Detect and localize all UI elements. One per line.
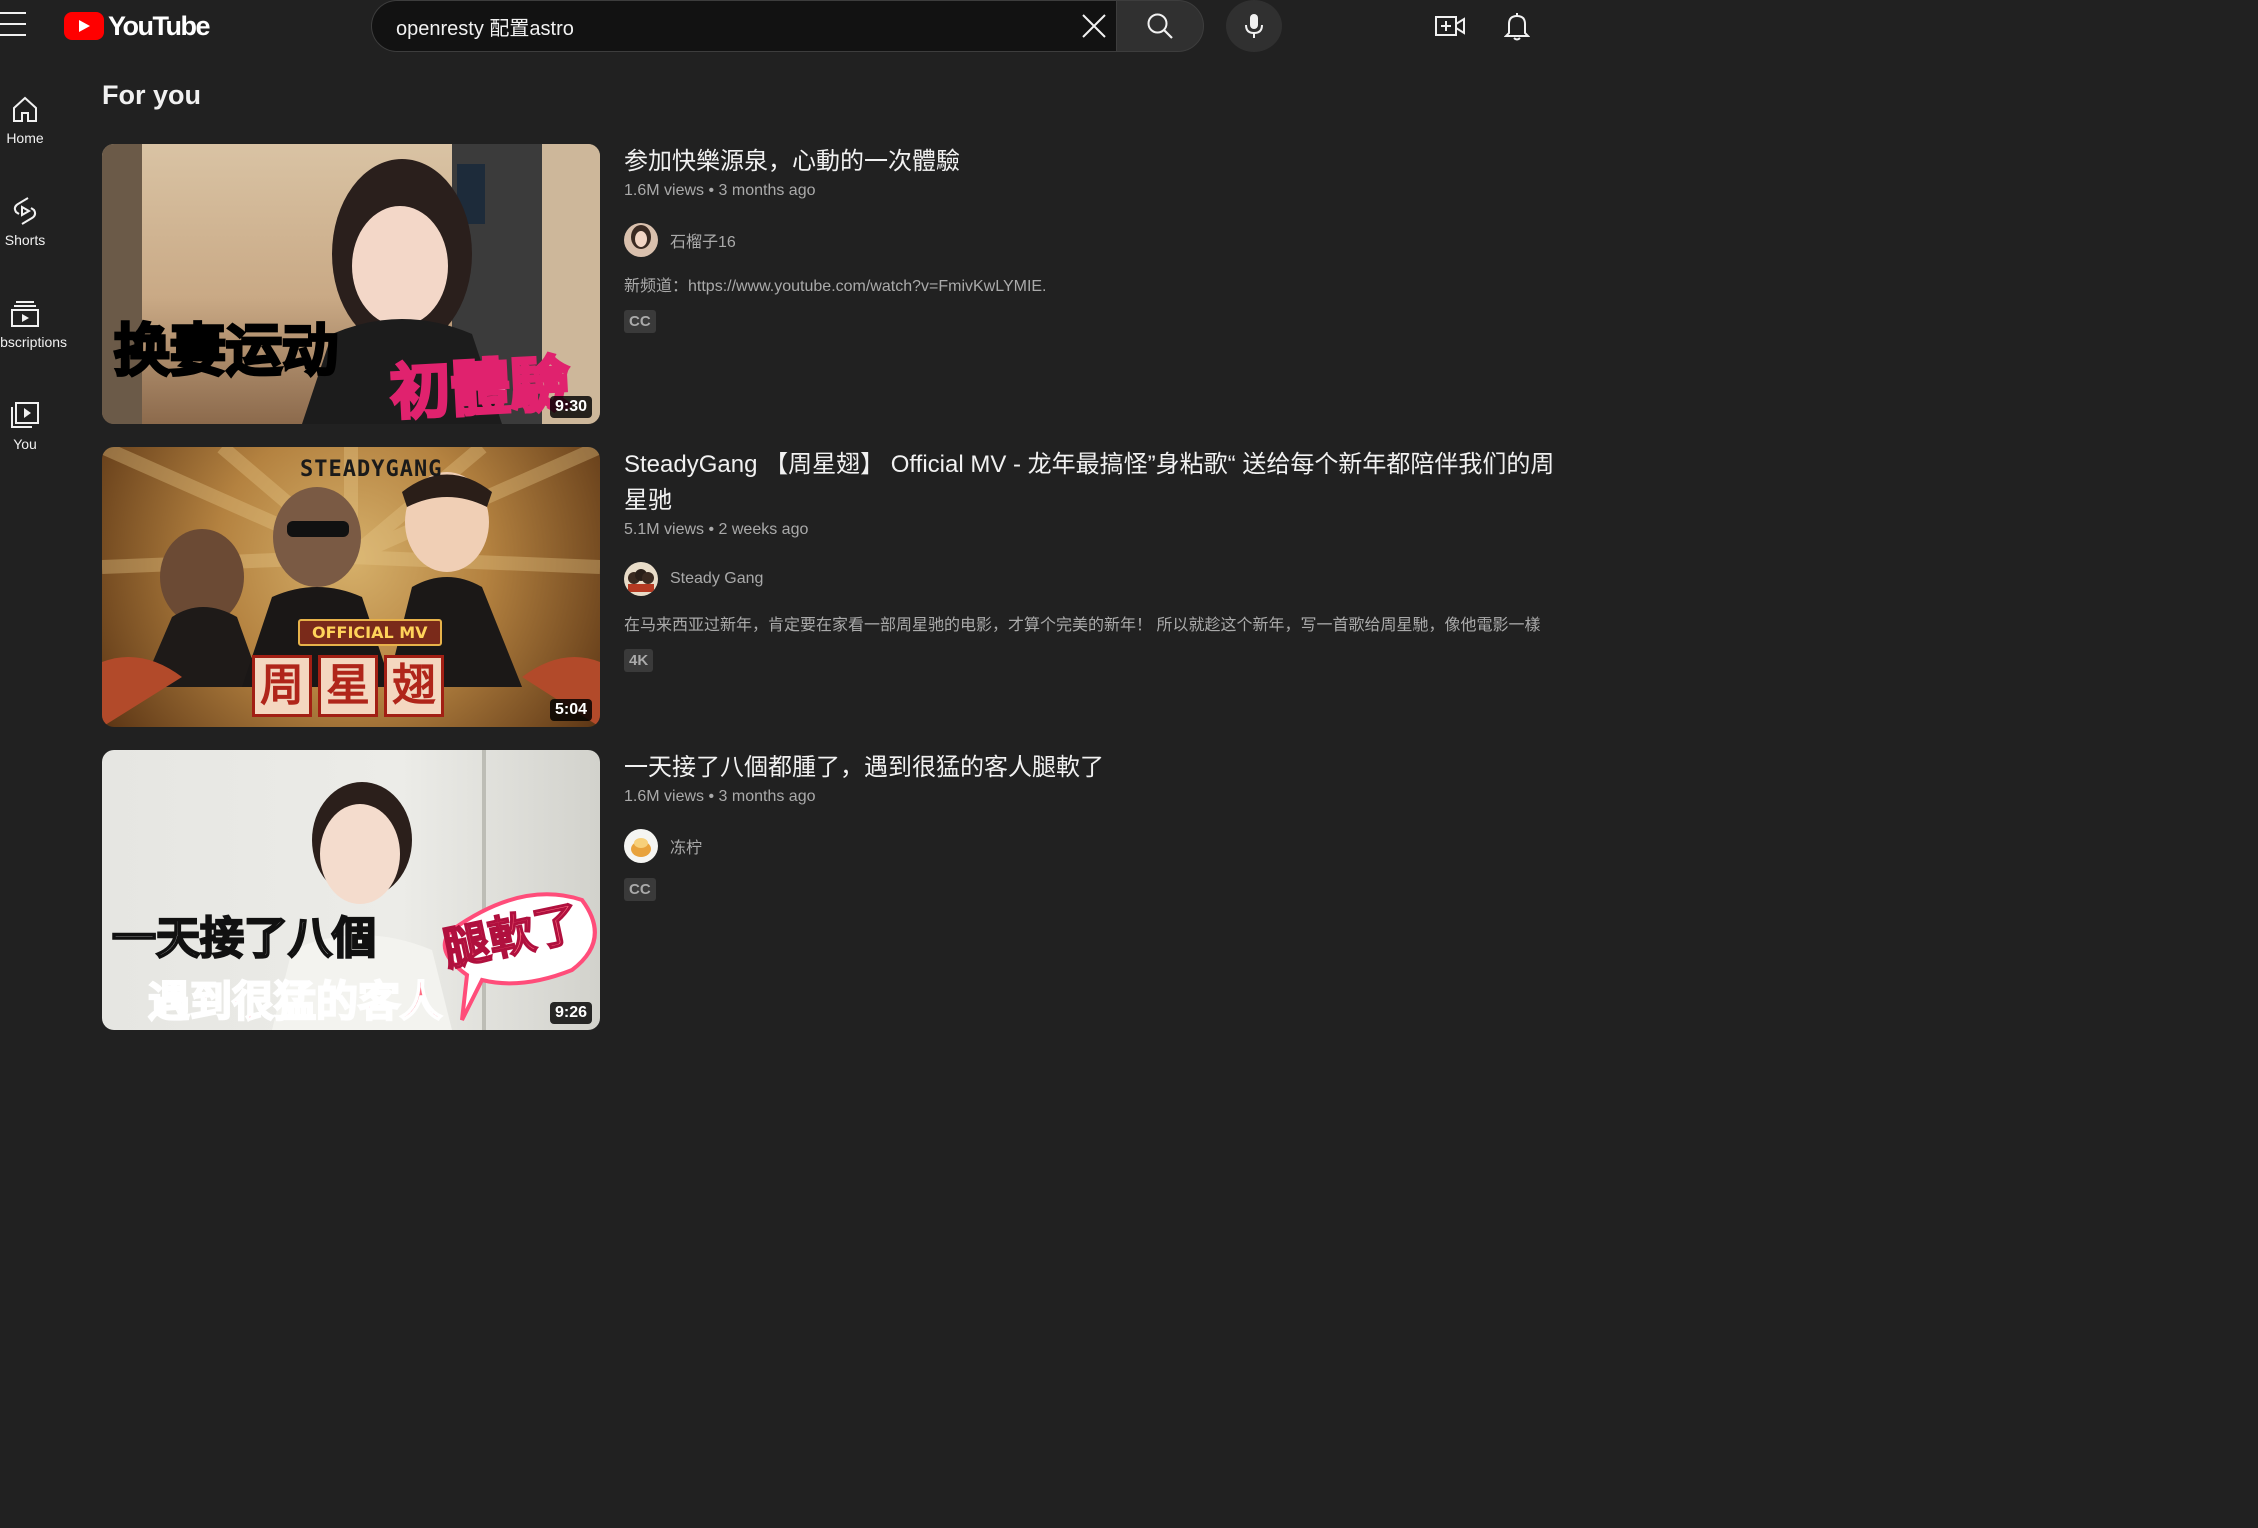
video-title[interactable]: 参加快樂源泉，心動的一次體驗	[624, 144, 1568, 180]
video-title[interactable]: 一天接了八個都腫了，遇到很猛的客人腿軟了	[624, 750, 1568, 786]
dot-separator: •	[708, 788, 719, 805]
channel-name[interactable]: 冻柠	[670, 834, 702, 858]
sidebar-item-label: You	[13, 436, 37, 452]
sidebar-item-label: Shorts	[4, 232, 46, 248]
video-metadata: 1.6M views • 3 months ago	[624, 182, 1568, 206]
video-thumbnail[interactable]: 换妻运动 初體驗 9:30	[102, 144, 600, 424]
you-icon	[8, 398, 42, 432]
search-icon	[1147, 13, 1173, 39]
thumbnail-caption: 初體驗	[387, 348, 573, 424]
video-duration: 9:30	[549, 396, 592, 418]
sidebar-item-label: Home	[6, 130, 44, 146]
close-icon[interactable]	[1076, 8, 1112, 44]
channel-name[interactable]: 石榴子16	[670, 228, 736, 252]
subscriptions-icon	[8, 296, 42, 330]
notifications-button[interactable]	[1495, 6, 1539, 46]
video-metadata: 5.1M views • 2 weeks ago	[624, 521, 1568, 545]
video-duration: 9:26	[549, 1002, 592, 1024]
search-input[interactable]	[394, 1, 1054, 51]
view-count: 1.6M views	[624, 182, 705, 199]
view-count: 1.6M views	[624, 788, 705, 805]
youtube-logo[interactable]: YouTube	[64, 10, 210, 41]
video-metadata: 1.6M views • 3 months ago	[624, 788, 1568, 812]
video-thumbnail[interactable]: STEADYGANG OFFICIAL MV 周 星 翅 5:04	[102, 447, 600, 727]
thumbnail-caption: STEADYGANG	[300, 457, 443, 482]
4k-badge: 4K	[624, 649, 654, 672]
view-count: 5.1M views	[624, 521, 705, 538]
thumbnail-caption: 一天接了八個	[111, 912, 377, 965]
microphone-icon	[1245, 14, 1263, 38]
video-plus-icon	[1435, 16, 1465, 36]
video-details: 一天接了八個都腫了，遇到很猛的客人腿軟了 1.6M views • 3 mont…	[624, 750, 1568, 901]
voice-search-button[interactable]	[1226, 0, 1282, 52]
channel-name[interactable]: Steady Gang	[670, 570, 763, 588]
masthead: YouTube	[0, 0, 1568, 54]
thumbnail-caption: 星	[318, 655, 378, 717]
guide-sidebar: Home Shorts Subscriptions	[0, 60, 70, 1060]
thumbnail-title-tiles: 周 星 翅	[252, 655, 444, 717]
published-time: 3 months ago	[718, 788, 816, 805]
shorts-icon	[8, 194, 42, 228]
sidebar-item-label: Subscriptions	[0, 334, 68, 350]
video-item: 一天接了八個 遇到很猛的客人 腿軟了 9:26 一天接了八個都腫了，遇到很猛的客…	[102, 750, 1568, 1032]
thumbnail-caption: 换妻运动	[113, 318, 340, 386]
channel-link[interactable]: Steady Gang	[624, 561, 1568, 597]
video-details: SteadyGang 【周星翅】 Official MV - 龙年最搞怪”身粘歌…	[624, 447, 1568, 672]
section-title: For you	[102, 80, 201, 110]
sidebar-item-home[interactable]: Home	[0, 92, 70, 172]
bell-icon	[1504, 13, 1530, 41]
avatar[interactable]	[624, 223, 658, 257]
published-time: 2 weeks ago	[718, 521, 809, 538]
hamburger-icon[interactable]	[0, 12, 28, 36]
avatar[interactable]	[624, 829, 658, 863]
video-title[interactable]: SteadyGang 【周星翅】 Official MV - 龙年最搞怪”身粘歌…	[624, 447, 1568, 519]
search-box	[371, 0, 1117, 52]
create-button[interactable]	[1428, 6, 1472, 46]
video-description: 新频道：https://www.youtube.com/watch?v=Fmiv…	[624, 278, 1047, 295]
thumbnail-caption: 周	[252, 655, 312, 717]
search-button[interactable]	[1116, 0, 1204, 52]
video-description: 在马来西亚过新年，肯定要在家看一部周星驰的电影，才算个完美的新年！ 所以就趁这个…	[624, 617, 1541, 634]
video-details: 参加快樂源泉，心動的一次體驗 1.6M views • 3 months ago…	[624, 144, 1568, 333]
published-time: 3 months ago	[718, 182, 816, 199]
thumbnail-caption: OFFICIAL MV	[298, 619, 442, 646]
sidebar-item-shorts[interactable]: Shorts	[0, 194, 70, 274]
video-item: 换妻运动 初體驗 9:30 参加快樂源泉，心動的一次體驗 1.6M views …	[102, 144, 1568, 426]
sidebar-item-you[interactable]: You	[0, 398, 70, 478]
thumbnail-caption: 遇到很猛的客人	[147, 976, 443, 1027]
channel-link[interactable]: 石榴子16	[624, 222, 1568, 258]
cc-badge: CC	[624, 310, 656, 333]
dot-separator: •	[708, 521, 719, 538]
cc-badge: CC	[624, 878, 656, 901]
youtube-play-icon	[64, 12, 104, 40]
home-icon	[8, 92, 42, 126]
video-duration: 5:04	[549, 699, 592, 721]
video-thumbnail[interactable]: 一天接了八個 遇到很猛的客人 腿軟了 9:26	[102, 750, 600, 1030]
avatar[interactable]	[624, 562, 658, 596]
logo-text: YouTube	[108, 10, 210, 41]
dot-separator: •	[708, 182, 719, 199]
thumbnail-caption: 翅	[384, 655, 444, 717]
sidebar-item-subscriptions[interactable]: Subscriptions	[0, 296, 70, 376]
video-item: STEADYGANG OFFICIAL MV 周 星 翅 5:04 Steady…	[102, 447, 1568, 729]
channel-link[interactable]: 冻柠	[624, 828, 1568, 864]
